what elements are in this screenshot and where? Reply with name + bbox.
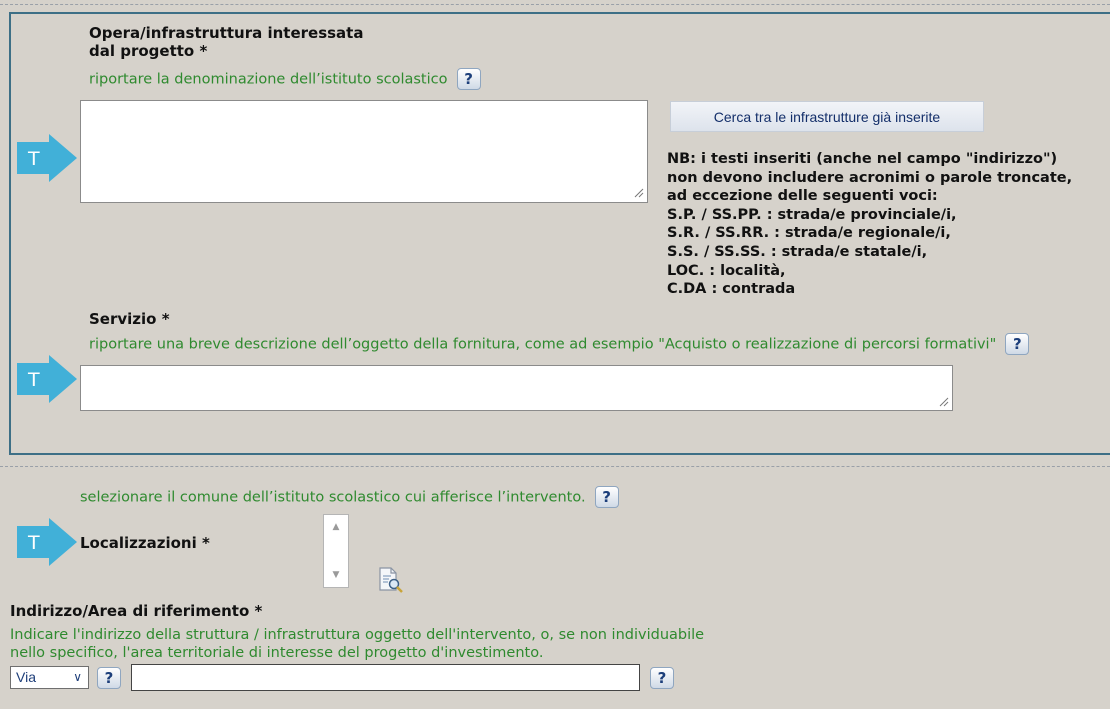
text-field-arrow-icon: T <box>17 355 77 403</box>
nb-line: S.R. / SS.RR. : strada/e regionale/i, <box>667 225 951 242</box>
document-search-icon[interactable] <box>376 566 404 594</box>
servizio-hint: riportare una breve descrizione dell’ogg… <box>89 336 997 353</box>
opera-label-line1: Opera/infrastruttura interessata <box>89 24 364 42</box>
arrow-marker-text: T <box>27 369 40 391</box>
scroll-up-icon[interactable]: ▲ <box>324 517 348 537</box>
nb-line: S.S. / SS.SS. : strada/e statale/i, <box>667 243 928 260</box>
scroll-down-icon[interactable]: ▼ <box>324 565 348 585</box>
servizio-resize-grip-icon[interactable] <box>939 397 949 407</box>
localizzazioni-listbox[interactable]: ▲ ▼ <box>323 514 349 588</box>
nb-line: S.P. / SS.PP. : strada/e provinciale/i, <box>667 206 957 223</box>
address-input[interactable] <box>131 664 640 691</box>
search-infrastructures-button[interactable]: Cerca tra le infrastrutture già inserite <box>670 101 984 132</box>
comune-hint-row: selezionare il comune dell’istituto scol… <box>80 486 619 508</box>
nb-line: NB: i testi inseriti (anche nel campo "i… <box>667 151 1058 167</box>
opera-label-line2: dal progetto * <box>89 42 208 60</box>
indirizzo-hint-line1: Indicare l'indirizzo della struttura / i… <box>10 627 705 643</box>
chevron-down-icon: ∨ <box>73 670 82 684</box>
servizio-label: Servizio * <box>89 310 170 328</box>
opera-textarea[interactable] <box>80 100 648 203</box>
opera-hint: riportare la denominazione dell’istituto… <box>89 71 448 88</box>
indirizzo-label: Indirizzo/Area di riferimento * <box>10 602 263 620</box>
nb-note: NB: i testi inseriti (anche nel campo "i… <box>667 150 1072 299</box>
arrow-marker-text: T <box>27 532 40 554</box>
nb-line: LOC. : località, <box>667 262 786 279</box>
servizio-hint-row: riportare una breve descrizione dell’ogg… <box>89 333 1030 355</box>
nb-line: ad eccezione delle seguenti voci: <box>667 188 938 205</box>
text-field-arrow-icon: T <box>17 134 77 182</box>
comune-hint: selezionare il comune dell’istituto scol… <box>80 489 586 506</box>
nb-line: C.DA : contrada <box>667 281 796 298</box>
comune-help-icon[interactable]: ? <box>594 486 619 508</box>
top-dashed-divider <box>0 4 1110 5</box>
street-type-value: Via <box>16 669 36 685</box>
arrow-marker-text: T <box>27 148 40 170</box>
address-help-icon[interactable]: ? <box>650 667 674 689</box>
opera-hint-row: riportare la denominazione dell’istituto… <box>89 68 481 90</box>
localizzazioni-label: Localizzazioni * <box>80 534 210 552</box>
indirizzo-hint-line2: nello specifico, l'area territoriale di … <box>10 645 544 661</box>
nb-line: non devono includere acronimi o parole t… <box>667 169 1073 186</box>
servizio-textarea[interactable] <box>80 365 953 411</box>
text-field-arrow-icon: T <box>17 518 77 566</box>
opera-resize-grip-icon[interactable] <box>634 188 644 198</box>
street-type-help-icon[interactable]: ? <box>97 667 121 689</box>
street-type-select[interactable]: Via ∨ <box>10 666 89 689</box>
opera-help-icon[interactable]: ? <box>456 68 481 90</box>
middle-dashed-divider <box>0 466 1110 467</box>
servizio-help-icon[interactable]: ? <box>1005 333 1030 355</box>
